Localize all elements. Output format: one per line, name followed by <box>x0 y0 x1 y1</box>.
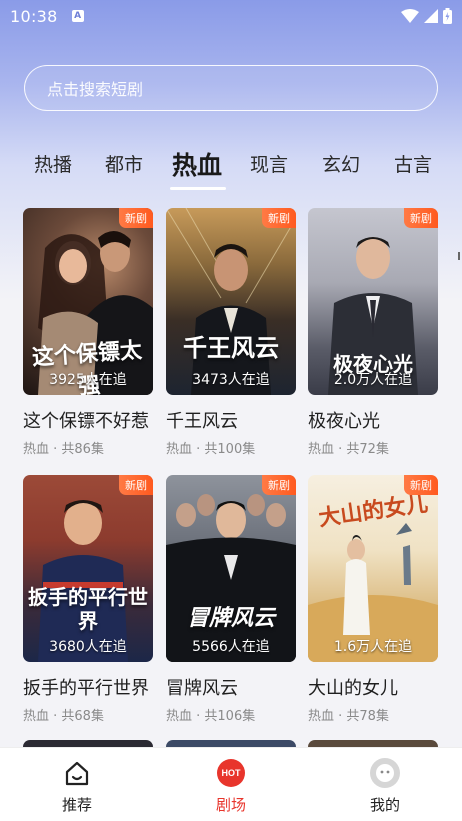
drama-title: 这个保镖不好惹 <box>23 411 149 432</box>
drama-poster: 极夜心光 新剧 2.0万人在追 <box>308 208 438 395</box>
drama-meta: 热血 · 共106集 <box>166 709 256 724</box>
drama-card[interactable]: 这个保镖太强 新剧 3925人在追 这个保镖不好惹 热血 · 共86集 <box>23 208 153 457</box>
poster-figure-image <box>38 500 128 662</box>
home-icon <box>62 758 92 788</box>
tab-modern-romance[interactable]: 现言 <box>250 150 288 177</box>
status-bar: 10:38 A <box>0 0 462 32</box>
drama-poster: 千王风云 新剧 3473人在追 <box>166 208 296 395</box>
new-badge: 新剧 <box>262 475 296 495</box>
drama-meta: 热血 · 共72集 <box>308 442 389 457</box>
drama-card[interactable]: 极夜心光 新剧 2.0万人在追 极夜心光 热血 · 共72集 <box>308 208 438 457</box>
nav-recommend[interactable]: 推荐 <box>0 748 154 821</box>
scroll-edge-mark <box>458 252 460 260</box>
drama-card[interactable]: 大山的女儿 新剧 1.6万人在追 大山的女儿 热血 · 共78集 <box>308 475 438 724</box>
category-tabs: 热播 都市 热血 现言 玄幻 古言 <box>0 140 462 190</box>
drama-card[interactable]: 冒牌风云 新剧 5566人在追 冒牌风云 热血 · 共106集 <box>166 475 296 724</box>
drama-title: 千王风云 <box>166 411 238 432</box>
tab-fantasy[interactable]: 玄幻 <box>322 150 360 177</box>
new-badge: 新剧 <box>119 475 153 495</box>
nav-profile[interactable]: 我的 <box>308 748 462 821</box>
drama-meta: 热血 · 共86集 <box>23 442 104 457</box>
nav-label: 剧场 <box>215 796 246 814</box>
watch-count: 5566人在追 <box>192 639 270 655</box>
poster-title-art: 千王风云 <box>183 333 279 362</box>
search-input[interactable]: 点击搜索短剧 <box>24 65 438 111</box>
search-placeholder: 点击搜索短剧 <box>47 80 144 99</box>
drama-title: 扳手的平行世界 <box>23 678 149 699</box>
hot-icon-wrapper: HOT <box>216 758 246 788</box>
tab-action[interactable]: 热血 <box>172 146 222 182</box>
watch-count: 3473人在追 <box>192 372 270 388</box>
watch-count: 3925人在追 <box>49 372 127 388</box>
wifi-icon <box>401 9 419 23</box>
signal-icon <box>424 9 438 23</box>
new-badge: 新剧 <box>119 208 153 228</box>
drama-card[interactable]: 千王风云 新剧 3473人在追 千王风云 热血 · 共100集 <box>166 208 296 457</box>
drama-title: 极夜心光 <box>308 411 380 432</box>
battery-icon <box>443 8 452 24</box>
notification-a-icon: A <box>71 10 84 22</box>
new-badge: 新剧 <box>262 208 296 228</box>
drama-poster: 扳手的平行世界 新剧 3680人在追 <box>23 475 153 662</box>
watch-count: 1.6万人在追 <box>333 639 413 655</box>
nav-label: 我的 <box>369 796 400 814</box>
tab-hot-play[interactable]: 热播 <box>34 150 72 177</box>
profile-icon <box>370 758 400 788</box>
drama-meta: 热血 · 共78集 <box>308 709 389 724</box>
watch-count: 3680人在追 <box>49 639 127 655</box>
drama-poster: 大山的女儿 新剧 1.6万人在追 <box>308 475 438 662</box>
nav-theater[interactable]: HOT 剧场 <box>154 748 308 821</box>
poster-figures-image <box>166 494 296 662</box>
drama-meta: 热血 · 共68集 <box>23 709 104 724</box>
poster-title-art: 扳手的平行世界 <box>28 585 148 633</box>
tab-urban[interactable]: 都市 <box>105 150 143 177</box>
watch-count: 2.0万人在追 <box>333 372 413 388</box>
hot-icon: HOT <box>217 759 245 787</box>
drama-title: 冒牌风云 <box>166 678 238 699</box>
drama-poster: 冒牌风云 新剧 5566人在追 <box>166 475 296 662</box>
nav-label: 推荐 <box>61 796 92 814</box>
status-time: 10:38 <box>10 6 58 26</box>
drama-meta: 热血 · 共100集 <box>166 442 256 457</box>
drama-poster: 这个保镖太强 新剧 3925人在追 <box>23 208 153 395</box>
status-icons <box>401 8 452 24</box>
new-badge: 新剧 <box>404 208 438 228</box>
drama-title: 大山的女儿 <box>308 678 398 699</box>
poster-figure-image <box>166 208 296 395</box>
tab-ancient-romance[interactable]: 古言 <box>394 150 432 177</box>
poster-title-art: 冒牌风云 <box>186 605 275 631</box>
drama-card[interactable]: 扳手的平行世界 新剧 3680人在追 扳手的平行世界 热血 · 共68集 <box>23 475 153 724</box>
bottom-nav: 推荐 HOT 剧场 我的 <box>0 747 462 821</box>
active-tab-indicator <box>170 187 226 190</box>
new-badge: 新剧 <box>404 475 438 495</box>
